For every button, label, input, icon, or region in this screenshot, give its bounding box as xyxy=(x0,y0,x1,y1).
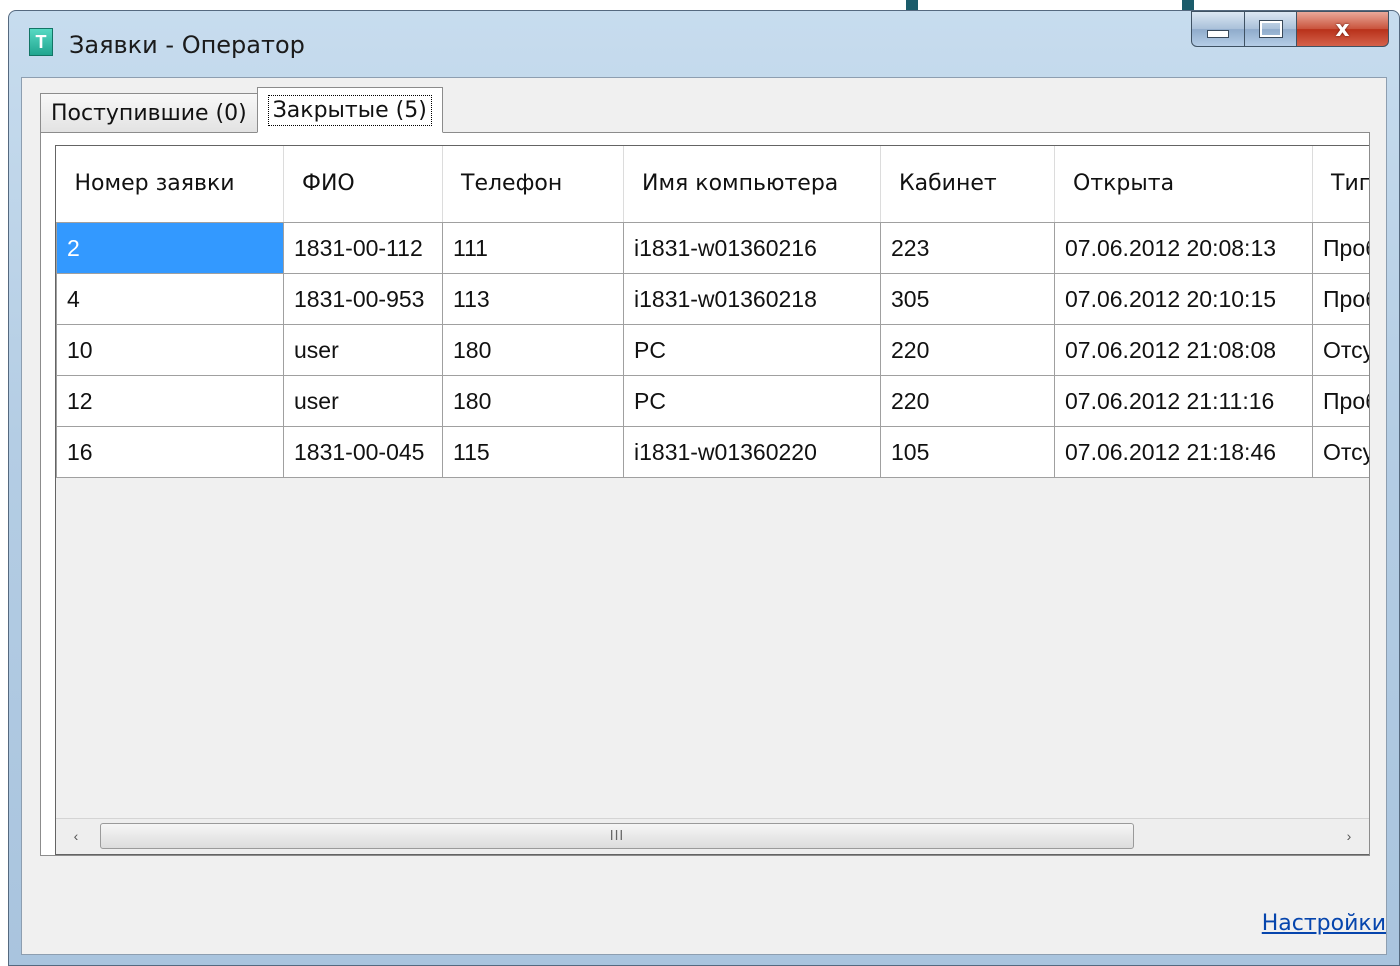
table-cell[interactable]: i1831-w01360220 xyxy=(623,426,881,478)
tab-strip: Поступившие (0) Закрытые (5) xyxy=(40,87,443,133)
table-cell[interactable]: 07.06.2012 20:10:15 xyxy=(1054,273,1313,325)
header-row: Номер заявки ФИО Телефон Имя компьютера … xyxy=(56,146,1369,223)
column-header-request-number[interactable]: Номер заявки xyxy=(56,146,284,223)
table-cell[interactable]: 223 xyxy=(880,222,1055,274)
table-cell-selected[interactable]: 2 xyxy=(56,222,284,274)
close-icon: x xyxy=(1335,16,1350,42)
tab-incoming-label: Поступившие (0) xyxy=(51,101,247,126)
requests-table: Номер заявки ФИО Телефон Имя компьютера … xyxy=(56,146,1369,478)
table-cell[interactable]: 180 xyxy=(442,375,624,427)
table-cell[interactable]: 16 xyxy=(56,426,284,478)
table-cell[interactable]: 1831-00-112 xyxy=(283,222,443,274)
column-header-office[interactable]: Кабинет xyxy=(880,146,1055,223)
table-row[interactable]: 2 1831-00-112 111 i1831-w01360216 223 07… xyxy=(56,222,1369,274)
table-cell[interactable]: i1831-w01360216 xyxy=(623,222,881,274)
table-cell[interactable]: 220 xyxy=(880,324,1055,376)
tab-closed[interactable]: Закрытые (5) xyxy=(256,87,443,133)
table-cell[interactable]: Пробл xyxy=(1312,375,1369,427)
tab-incoming[interactable]: Поступившие (0) xyxy=(40,93,258,133)
table-cell[interactable]: PC xyxy=(623,375,881,427)
requests-grid[interactable]: Номер заявки ФИО Телефон Имя компьютера … xyxy=(55,145,1369,855)
settings-link[interactable]: Настройки xyxy=(1262,911,1386,936)
table-cell[interactable]: user xyxy=(283,324,443,376)
table-cell[interactable]: 12 xyxy=(56,375,284,427)
horizontal-scrollbar[interactable]: ‹ III › xyxy=(56,818,1369,854)
maximize-icon xyxy=(1258,20,1283,38)
app-window: T Заявки - Оператор x Поступившие (0) За… xyxy=(8,10,1400,966)
table-cell[interactable]: 07.06.2012 21:08:08 xyxy=(1054,324,1313,376)
table-cell[interactable]: 1831-00-953 xyxy=(283,273,443,325)
close-button[interactable]: x xyxy=(1297,11,1389,47)
scroll-left-button[interactable]: ‹ xyxy=(56,819,96,853)
table-cell[interactable]: Пробл xyxy=(1312,222,1369,274)
table-cell[interactable]: Пробл xyxy=(1312,273,1369,325)
table-row[interactable]: 12 user 180 PC 220 07.06.2012 21:11:16 П… xyxy=(56,375,1369,427)
table-cell[interactable]: Отсутс xyxy=(1312,324,1369,376)
table-cell[interactable]: 105 xyxy=(880,426,1055,478)
scroll-right-button[interactable]: › xyxy=(1329,819,1369,853)
table-cell[interactable]: 4 xyxy=(56,273,284,325)
table-cell[interactable]: 111 xyxy=(442,222,624,274)
table-cell[interactable]: 1831-00-045 xyxy=(283,426,443,478)
table-cell[interactable]: 305 xyxy=(880,273,1055,325)
table-row[interactable]: 4 1831-00-953 113 i1831-w01360218 305 07… xyxy=(56,273,1369,325)
table-cell[interactable]: 10 xyxy=(56,324,284,376)
chevron-right-icon: › xyxy=(1346,828,1352,844)
table-cell[interactable]: 115 xyxy=(442,426,624,478)
column-header-name[interactable]: ФИО xyxy=(283,146,443,223)
table-row[interactable]: 16 1831-00-045 115 i1831-w01360220 105 0… xyxy=(56,426,1369,478)
table-cell[interactable]: 07.06.2012 21:18:46 xyxy=(1054,426,1313,478)
table-cell[interactable]: 180 xyxy=(442,324,624,376)
table-cell[interactable]: 07.06.2012 21:11:16 xyxy=(1054,375,1313,427)
scrollbar-thumb[interactable]: III xyxy=(100,823,1134,849)
client-area: Поступившие (0) Закрытые (5) Номер заявк… xyxy=(21,77,1387,955)
table-cell[interactable]: 113 xyxy=(442,273,624,325)
title-bar[interactable]: T Заявки - Оператор x xyxy=(9,11,1399,77)
chevron-left-icon: ‹ xyxy=(73,828,79,844)
table-row[interactable]: 10 user 180 PC 220 07.06.2012 21:08:08 О… xyxy=(56,324,1369,376)
table-cell[interactable]: i1831-w01360218 xyxy=(623,273,881,325)
column-header-phone[interactable]: Телефон xyxy=(442,146,624,223)
table-cell[interactable]: 220 xyxy=(880,375,1055,427)
table-cell[interactable]: PC xyxy=(623,324,881,376)
column-header-opened[interactable]: Открыта xyxy=(1054,146,1313,223)
caption-buttons: x xyxy=(1191,11,1389,47)
maximize-button[interactable] xyxy=(1245,11,1297,47)
window-title: Заявки - Оператор xyxy=(69,31,305,59)
tab-closed-label: Закрытые (5) xyxy=(267,94,432,126)
grip-icon: III xyxy=(609,828,625,844)
tab-panel-closed: Номер заявки ФИО Телефон Имя компьютера … xyxy=(40,132,1370,856)
column-header-type[interactable]: Тип и xyxy=(1312,146,1369,223)
table-cell[interactable]: user xyxy=(283,375,443,427)
minimize-button[interactable] xyxy=(1191,11,1245,47)
table-cell[interactable]: 07.06.2012 20:08:13 xyxy=(1054,222,1313,274)
app-icon: T xyxy=(29,28,53,56)
minimize-icon xyxy=(1207,30,1229,38)
column-header-computer-name[interactable]: Имя компьютера xyxy=(623,146,881,223)
table-cell[interactable]: Отсутс xyxy=(1312,426,1369,478)
